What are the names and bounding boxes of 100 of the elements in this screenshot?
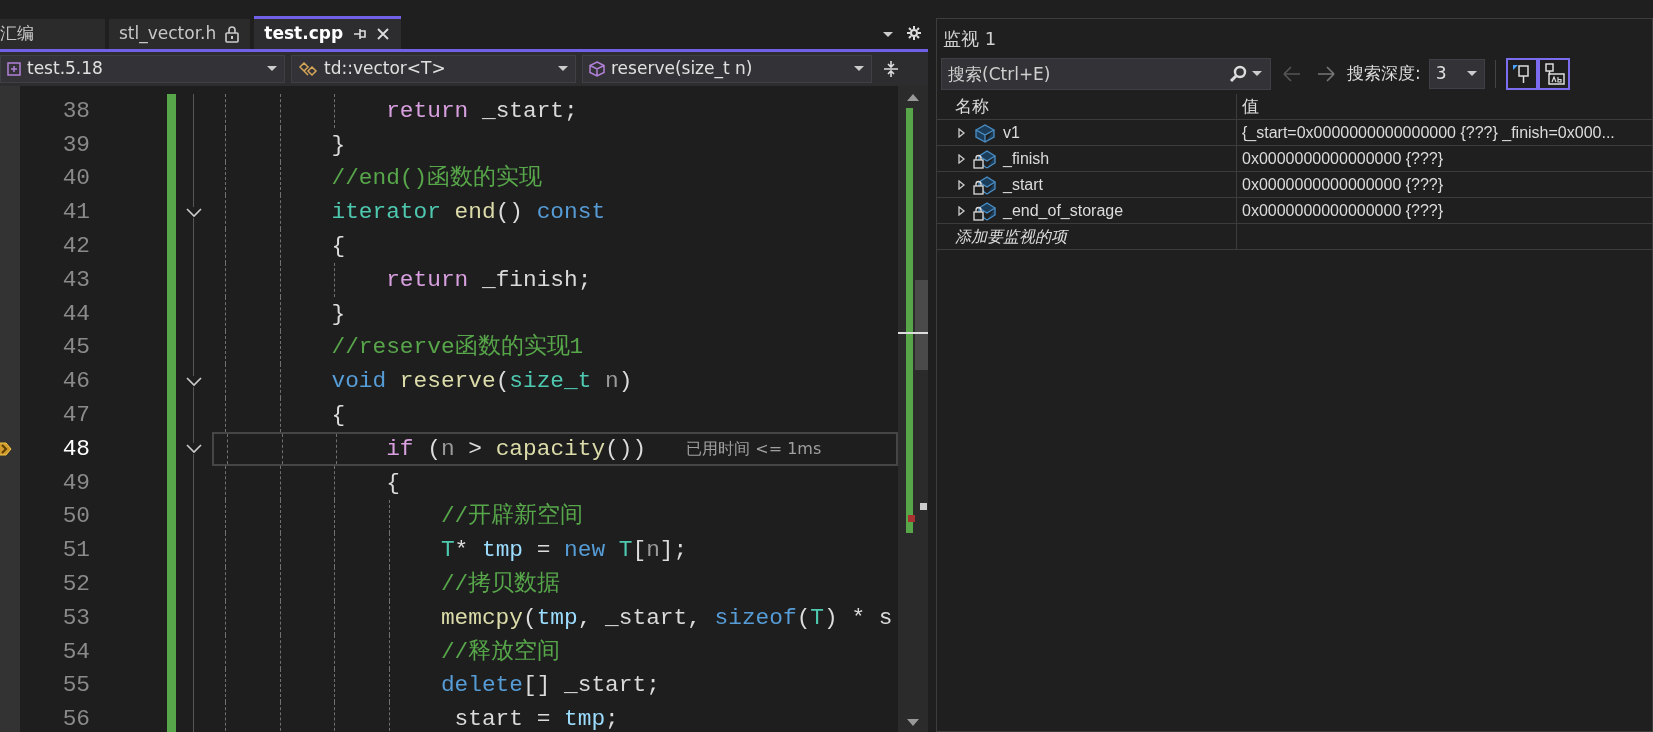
code-token: n [646, 536, 660, 566]
code-token: return [386, 96, 469, 126]
code-token: > [467, 434, 483, 464]
line-number: 40 [61, 164, 91, 194]
project-dropdown[interactable]: test.5.18 [0, 55, 285, 83]
code-token: T [810, 603, 825, 633]
pin-text-toggle[interactable] [1537, 58, 1570, 90]
scope-dropdown[interactable]: td::vector<T> [291, 55, 576, 83]
code-token: = [535, 705, 552, 732]
code-token: void [331, 367, 387, 397]
variable-value: 0x0000000000000000 {???} [1242, 148, 1444, 169]
indent-guide [334, 94, 336, 128]
code-token: tmp [536, 603, 578, 633]
scroll-up-icon[interactable] [906, 92, 920, 102]
code-token: delete [440, 671, 523, 701]
code-token: ()) [605, 434, 647, 464]
code-token: [ [632, 536, 647, 566]
class-icon [298, 61, 318, 77]
editor-tab[interactable]: 汇编 [0, 19, 105, 49]
dropdown-caret-icon[interactable] [882, 31, 894, 39]
column-header: 值 [1242, 95, 1259, 118]
variable-name: v1 [1003, 122, 1020, 143]
code-token: } [331, 130, 346, 160]
search-field[interactable]: 搜索(Ctrl+E) [941, 58, 1271, 90]
member-dropdown[interactable]: reserve(size_t n) [582, 55, 872, 83]
close-icon[interactable] [375, 26, 392, 42]
code-token: tmp [480, 536, 523, 566]
code-token: n [604, 367, 619, 397]
column-header: 名称 [955, 95, 989, 118]
scroll-down-icon[interactable] [906, 718, 920, 728]
expand-icon[interactable] [957, 153, 967, 164]
code-token: = [535, 536, 552, 566]
indent-guide [334, 263, 336, 297]
pin-text-icon [1542, 63, 1565, 85]
add-watch-item[interactable]: 添加要监视的项 [955, 224, 1067, 249]
error-marker [908, 515, 915, 522]
change-indicator [167, 702, 176, 732]
line-number: 51 [61, 536, 91, 566]
code-token: ( [796, 603, 811, 633]
expand-icon[interactable] [957, 205, 967, 216]
search-icon[interactable] [1229, 65, 1247, 83]
line-number: 50 [61, 502, 91, 532]
expand-icon[interactable] [957, 127, 967, 138]
code-token: , [687, 603, 702, 633]
code-token: ( [523, 603, 537, 633]
line-number: 44 [61, 299, 91, 329]
code-token: } [331, 299, 346, 329]
code-token: ) [618, 367, 633, 397]
code-token: //释放空间 [440, 637, 561, 667]
code-token: memcpy [440, 603, 523, 633]
editor-tab[interactable]: stl_vector.h [109, 19, 251, 49]
code-token: [] [523, 671, 552, 701]
code-token: ; [646, 671, 660, 701]
depth-label: 搜索深度: [1347, 62, 1421, 86]
line-number: 38 [61, 96, 91, 126]
elapsed-time-hint: 已用时间 <= 1ms [686, 437, 822, 460]
code-token: n [440, 434, 455, 464]
code-token: { [386, 468, 400, 498]
panel-title: 监视 1 [942, 27, 998, 51]
code-token: sizeof [714, 603, 797, 633]
line-number: 48 [61, 434, 91, 464]
code-token: size_t [509, 367, 592, 397]
code-token: capacity [495, 434, 606, 464]
code-token: * [454, 536, 469, 566]
line-number: 43 [61, 265, 91, 295]
caret-icon [1465, 70, 1478, 78]
pin-toggle[interactable] [1505, 58, 1538, 90]
line-number: 55 [61, 671, 91, 701]
code-token: //拷贝数据 [440, 569, 561, 599]
forward-arrow-icon[interactable] [1316, 65, 1336, 83]
variable-value: 0x0000000000000000 {???} [1242, 174, 1444, 195]
code-token: if [386, 434, 414, 464]
caret-icon [266, 65, 278, 73]
editor-tab[interactable]: test.cpp [254, 16, 402, 49]
variable-name: _end_of_storage [1003, 200, 1124, 221]
caret-icon[interactable] [1251, 70, 1263, 78]
code-token: //reserve函数的实现1 [331, 332, 584, 363]
code-token: ) * s [824, 603, 893, 633]
line-number: 39 [61, 130, 91, 160]
expand-icon[interactable] [957, 179, 967, 190]
code-token: iterator [331, 198, 441, 228]
line-number: 52 [61, 569, 91, 599]
variable-value: {_start=0x0000000000000000 {???} _finish=0x000... [1242, 122, 1615, 143]
variable-value: 0x0000000000000000 {???} [1242, 200, 1444, 221]
code-token: reserve [398, 367, 496, 397]
pin-icon[interactable] [351, 26, 368, 42]
cube-icon [589, 61, 605, 77]
code-token: ; [564, 96, 578, 126]
line-number: 46 [61, 367, 91, 397]
scroll-thumb[interactable] [915, 280, 928, 370]
code-token: new [564, 536, 606, 566]
split-icon[interactable] [882, 60, 900, 78]
code-token: , [577, 603, 593, 633]
settings-icon[interactable] [906, 25, 922, 41]
code-token: _start [605, 603, 688, 633]
scrollbar[interactable] [898, 86, 928, 732]
line-number: 41 [61, 198, 91, 228]
line-number: 53 [61, 603, 91, 633]
code-token: ]; [659, 536, 688, 566]
depth-dropdown[interactable]: 3 [1428, 59, 1485, 89]
